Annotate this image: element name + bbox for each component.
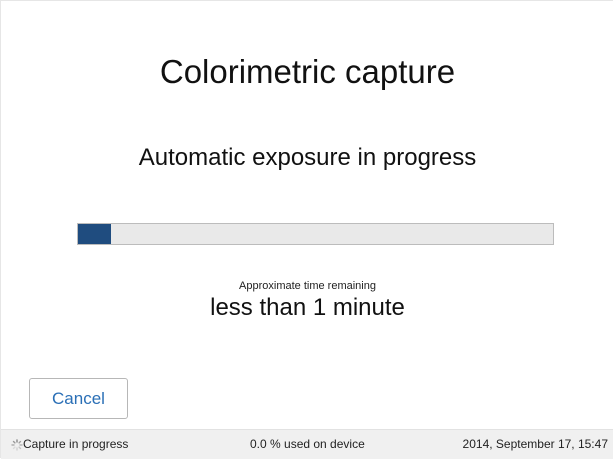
progress-bar [77,223,554,245]
storage-usage-text: 0.0 % used on device [250,437,365,451]
spinner-icon [11,439,23,451]
status-subtitle: Automatic exposure in progress [138,144,477,171]
datetime-text: 2014, September 17, 15:47 [462,437,608,451]
status-bar: Capture in progress 0.0 % used on device… [1,429,613,459]
time-remaining-label: Approximate time remaining [239,280,376,292]
cancel-button[interactable]: Cancel [29,378,128,419]
time-remaining-value: less than 1 minute [210,294,405,321]
progress-bar-fill [78,224,112,244]
page-title: Colorimetric capture [159,53,456,90]
dialog-frame: Colorimetric capture Automatic exposure … [0,0,613,459]
capture-status-text: Capture in progress [23,437,129,451]
